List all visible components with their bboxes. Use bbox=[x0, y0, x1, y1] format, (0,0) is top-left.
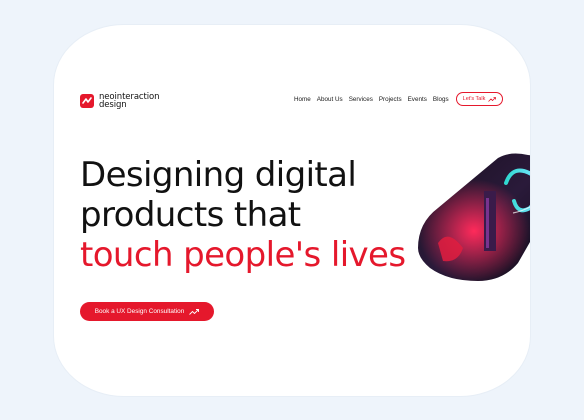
nav-projects[interactable]: Projects bbox=[379, 96, 402, 103]
nav-about-us[interactable]: About Us bbox=[317, 96, 343, 103]
book-consultation-button[interactable]: Book a UX Design Consultation bbox=[80, 302, 214, 321]
lets-talk-label: Let's Talk bbox=[462, 96, 486, 102]
brand-name: neointeraction design bbox=[99, 93, 159, 110]
brand-logo[interactable]: neointeraction design bbox=[80, 93, 159, 109]
nav-services[interactable]: Services bbox=[349, 96, 373, 103]
main-nav: Home About Us Services Projects Events B… bbox=[294, 96, 449, 103]
hero-line-1: Designing digital bbox=[80, 155, 357, 195]
lets-talk-button[interactable]: Let's Talk bbox=[456, 92, 503, 106]
brand-line-2: design bbox=[99, 100, 127, 110]
page-frame: neointeraction design Home About Us Serv… bbox=[54, 25, 530, 396]
nav-home[interactable]: Home bbox=[294, 96, 311, 103]
logo-mark-icon bbox=[80, 94, 94, 108]
nav-events[interactable]: Events bbox=[408, 96, 427, 103]
hero-graphic bbox=[418, 153, 530, 281]
hero-line-3: touch people's lives bbox=[80, 235, 406, 275]
cta-label: Book a UX Design Consultation bbox=[94, 308, 185, 315]
trend-arrow-icon bbox=[189, 308, 200, 315]
hero-heading: Designing digital products that touch pe… bbox=[80, 155, 406, 275]
hero-line-2: products that bbox=[80, 195, 301, 235]
nav-blogs[interactable]: Blogs bbox=[433, 96, 449, 103]
trend-arrow-icon bbox=[488, 96, 497, 102]
